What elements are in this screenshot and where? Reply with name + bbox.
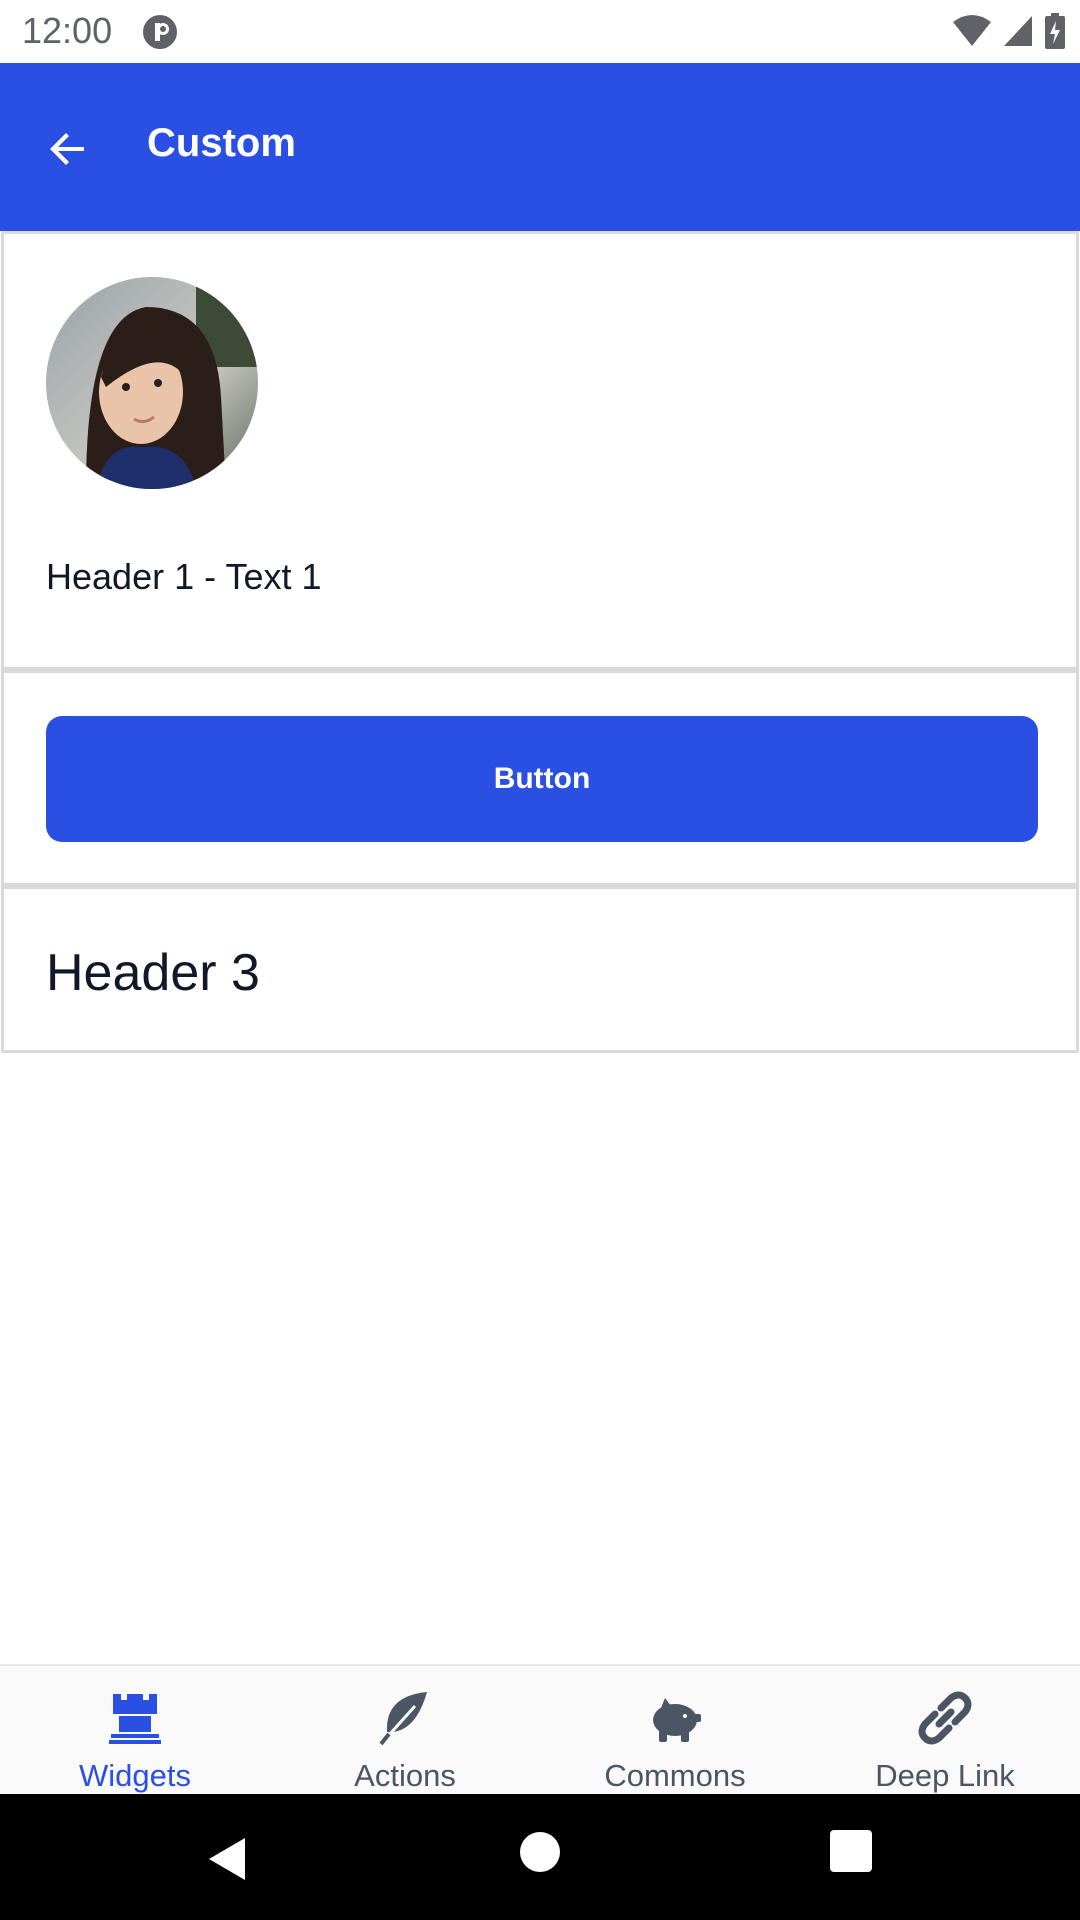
system-recents-icon[interactable] [830,1830,872,1872]
nav-item-actions[interactable]: Actions [270,1666,540,1794]
arrow-back-icon [50,133,84,165]
battery-icon [1045,13,1065,49]
nav-label: Deep Link [875,1758,1015,1793]
back-button[interactable] [36,117,100,181]
piggy-bank-icon [653,1698,701,1742]
avatar [46,277,258,489]
leaf-icon [379,1692,427,1746]
page-title: Custom [147,121,296,165]
app-notification-icon [143,15,177,49]
cell-signal-icon [1004,16,1032,46]
system-back-icon[interactable] [205,1834,255,1884]
link-icon [918,1691,972,1745]
header-3: Header 3 [46,944,260,1002]
status-bar: 12:00 [0,0,1080,63]
status-icons [952,12,1066,50]
nav-label: Widgets [79,1758,191,1793]
button-card: Button [1,670,1079,886]
primary-button[interactable]: Button [46,716,1038,842]
nav-label: Commons [604,1758,746,1793]
bottom-navigation: Widgets Actions Commons Deep Link [0,1664,1080,1794]
app-bar: Custom [0,63,1080,231]
header-card: Header 3 [1,886,1079,1053]
nav-item-deep-link[interactable]: Deep Link [810,1666,1080,1794]
profile-card: Header 1 - Text 1 [1,231,1079,670]
wifi-icon [953,15,991,46]
system-navigation-bar [0,1794,1080,1920]
nav-item-widgets[interactable]: Widgets [0,1666,270,1794]
status-time: 12:00 [22,10,113,51]
avatar-photo [46,277,258,489]
system-home-icon[interactable] [520,1832,560,1872]
card-text: Header 1 - Text 1 [46,556,322,597]
castle-rook-icon [109,1694,161,1744]
nav-item-commons[interactable]: Commons [540,1666,810,1794]
nav-label: Actions [354,1758,456,1793]
